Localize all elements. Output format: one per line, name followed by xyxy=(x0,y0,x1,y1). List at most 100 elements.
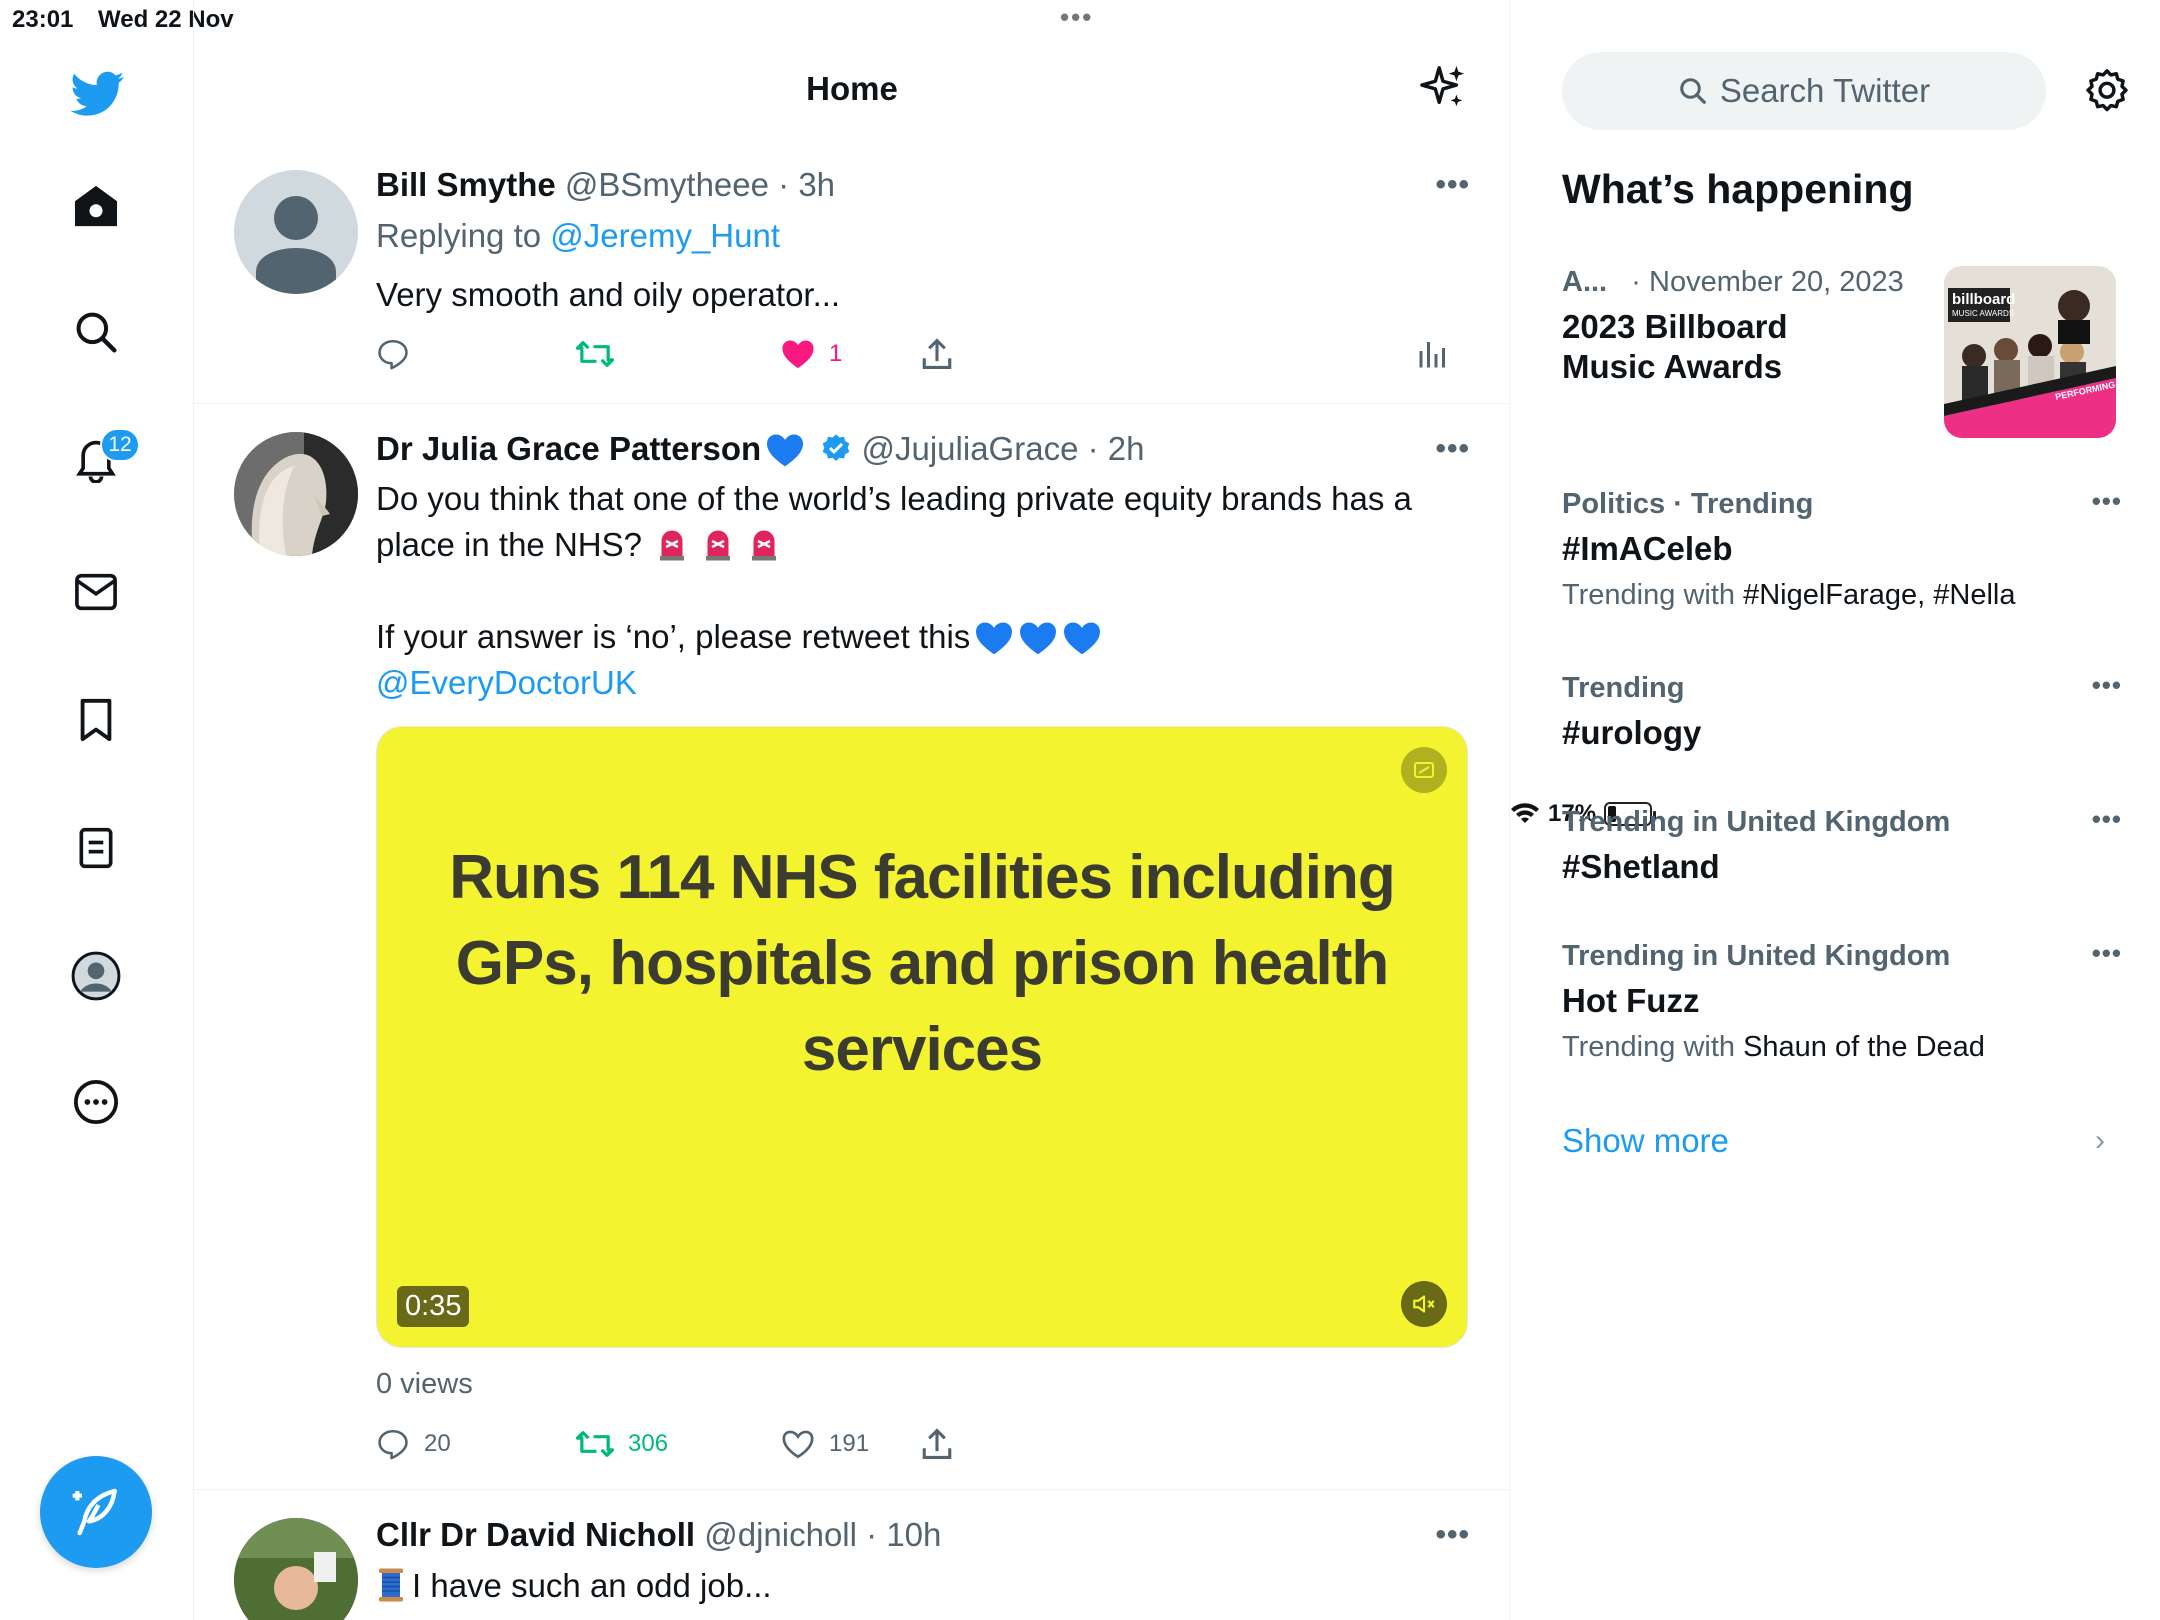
heart-outline-icon xyxy=(782,1430,814,1459)
nav-search-icon[interactable] xyxy=(70,306,122,358)
trend-category: Politics · Trending xyxy=(1562,488,1814,520)
retweet-count: 306 xyxy=(628,1430,669,1457)
view-count: 0 views xyxy=(376,1368,473,1400)
tweet-time[interactable]: · 10h xyxy=(866,1516,941,1553)
share-button[interactable] xyxy=(921,1424,953,1464)
nav-messages-icon[interactable] xyxy=(70,566,122,618)
author-name[interactable]: Cllr Dr David Nicholl xyxy=(376,1516,695,1553)
tweet-text: I have such an odd job... xyxy=(412,1567,772,1604)
trend-featured[interactable]: A... · November 20, 2023 2023 Billboard … xyxy=(1562,266,1942,387)
avatar[interactable] xyxy=(234,432,358,556)
like-count: 191 xyxy=(829,1430,870,1457)
blue-heart-emoji-icon xyxy=(1020,622,1057,655)
author-name[interactable]: Dr Julia Grace Patterson xyxy=(376,430,761,467)
show-more-link[interactable]: Show more xyxy=(1562,1122,1729,1160)
reply-button[interactable] xyxy=(376,334,410,374)
twitter-logo-icon[interactable] xyxy=(68,64,128,124)
siren-emoji-icon xyxy=(751,530,776,561)
tweet-julia-patterson[interactable]: Dr Julia Grace Patterson @JujuliaGrace ·… xyxy=(194,404,1510,1490)
reply-icon xyxy=(378,1429,408,1460)
right-sidebar: Search Twitter What’s happening A... · N… xyxy=(1510,0,2160,1620)
share-button[interactable] xyxy=(921,334,953,374)
trend-item[interactable]: Trending in United Kingdom Hot Fuzz Tren… xyxy=(1562,938,2122,1064)
analytics-icon xyxy=(1419,342,1445,368)
chevron-right-icon: › xyxy=(2095,1124,2105,1157)
tweet-more-button[interactable]: ••• xyxy=(1435,432,1470,466)
author-name[interactable]: Bill Smythe xyxy=(376,166,556,203)
settings-icon[interactable] xyxy=(2084,68,2130,119)
trend-category: A... · November 20, 2023 xyxy=(1562,266,1942,299)
tweet-video[interactable]: Runs 114 NHS facilities including GPs, h… xyxy=(376,726,1468,1348)
compose-tweet-button[interactable] xyxy=(40,1456,152,1568)
trend-with-prefix: Trending with xyxy=(1562,1031,1744,1063)
siren-emoji-icon xyxy=(659,530,684,561)
mute-button[interactable] xyxy=(1401,1281,1447,1327)
trend-category: Trending xyxy=(1562,672,1685,704)
nav-profile-icon[interactable] xyxy=(70,950,122,1002)
trend-item[interactable]: Trending in United Kingdom #Shetland ••• xyxy=(1562,804,2122,887)
search-placeholder: Search Twitter xyxy=(1719,72,1931,109)
avatar[interactable] xyxy=(234,1518,358,1620)
video-duration: 0:35 xyxy=(397,1286,470,1327)
tweet-header: Dr Julia Grace Patterson @JujuliaGrace ·… xyxy=(376,430,1144,468)
tweet-text-line: I have such an odd job... xyxy=(376,1567,772,1605)
nav-more-icon[interactable] xyxy=(70,1076,122,1128)
notifications-badge: 12 xyxy=(100,428,140,462)
author-handle[interactable]: @JujuliaGrace xyxy=(862,430,1079,467)
tweet-david-nicholl[interactable]: Cllr Dr David Nicholl @djnicholl · 10h •… xyxy=(194,1490,1510,1620)
trend-with: Trending with Shaun of the Dead xyxy=(1562,1031,2122,1064)
left-nav: 12 xyxy=(0,0,194,1620)
retweet-button[interactable] xyxy=(576,334,614,374)
nav-home-icon[interactable] xyxy=(70,180,122,232)
tweet-text-line-2: place in the NHS? xyxy=(376,526,780,564)
nav-bookmarks-icon[interactable] xyxy=(70,694,122,746)
analytics-button[interactable] xyxy=(1418,334,1448,374)
mention-link[interactable]: @EveryDoctorUK xyxy=(376,664,637,702)
featured-title-line-1: 2023 Billboard xyxy=(1562,308,1788,345)
reply-to-link[interactable]: @Jeremy_Hunt xyxy=(550,217,780,254)
nav-lists-icon[interactable] xyxy=(70,822,122,874)
like-count: 1 xyxy=(829,340,843,367)
tweet-more-button[interactable]: ••• xyxy=(1435,168,1470,202)
like-button[interactable]: 191 xyxy=(781,1424,869,1464)
retweet-button[interactable]: 306 xyxy=(576,1424,668,1464)
featured-category: A... xyxy=(1562,266,1608,298)
avatar[interactable] xyxy=(234,170,358,294)
whats-happening-title: What’s happening xyxy=(1562,166,1914,212)
tweet-bill-smythe[interactable]: Bill Smythe @BSmytheee · 3h ••• Replying… xyxy=(194,140,1510,404)
tweet-time[interactable]: · 2h xyxy=(1088,430,1145,467)
reply-context: Replying to @Jeremy_Hunt xyxy=(376,217,780,255)
sparkle-icon[interactable] xyxy=(1420,64,1466,115)
trend-item[interactable]: Politics · Trending #ImACeleb Trending w… xyxy=(1562,486,2122,612)
trend-with-tags[interactable]: Shaun of the Dead xyxy=(1743,1031,1985,1063)
tweet-actions: 20 306 191 xyxy=(376,1424,1476,1464)
heart-filled-icon xyxy=(782,340,814,369)
tweet-header: Bill Smythe @BSmytheee · 3h xyxy=(376,166,835,204)
like-button[interactable]: 1 xyxy=(781,334,842,374)
retweet-icon xyxy=(576,1430,614,1458)
featured-title-line-2: Music Awards xyxy=(1562,348,1783,385)
reply-button[interactable]: 20 xyxy=(376,1424,451,1464)
author-handle[interactable]: @djnicholl xyxy=(704,1516,857,1553)
video-corner-icon[interactable] xyxy=(1401,747,1447,793)
trend-more-button[interactable]: ••• xyxy=(2092,938,2122,969)
tweet-text: Very smooth and oily operator... xyxy=(376,276,841,313)
trend-item[interactable]: Trending #urology ••• xyxy=(1562,670,2122,753)
blue-heart-emoji-icon xyxy=(1064,622,1101,655)
tweet-more-button[interactable]: ••• xyxy=(1435,1518,1470,1552)
tweet-text-line-3: If your answer is ‘no’, please retweet t… xyxy=(376,618,1102,656)
search-input[interactable]: Search Twitter xyxy=(1562,52,2046,130)
tweet-time[interactable]: · 3h xyxy=(778,166,835,203)
trend-more-button[interactable]: ••• xyxy=(2092,670,2122,701)
trend-with: Trending with #NigelFarage, #Nella xyxy=(1562,579,2122,612)
trend-category: Trending in United Kingdom xyxy=(1562,940,1951,972)
featured-thumbnail[interactable]: billboard MUSIC AWARDS PERFORMING xyxy=(1944,266,2116,438)
trend-more-button[interactable]: ••• xyxy=(2092,804,2122,835)
reply-count: 20 xyxy=(424,1430,451,1457)
trend-category: Trending in United Kingdom xyxy=(1562,806,1951,838)
trend-with-tags[interactable]: #NigelFarage, #Nella xyxy=(1743,579,2015,611)
trend-more-button[interactable]: ••• xyxy=(2092,486,2122,517)
author-handle[interactable]: @BSmytheee xyxy=(565,166,769,203)
reply-icon xyxy=(378,339,408,370)
compose-feather-icon xyxy=(72,1488,117,1536)
